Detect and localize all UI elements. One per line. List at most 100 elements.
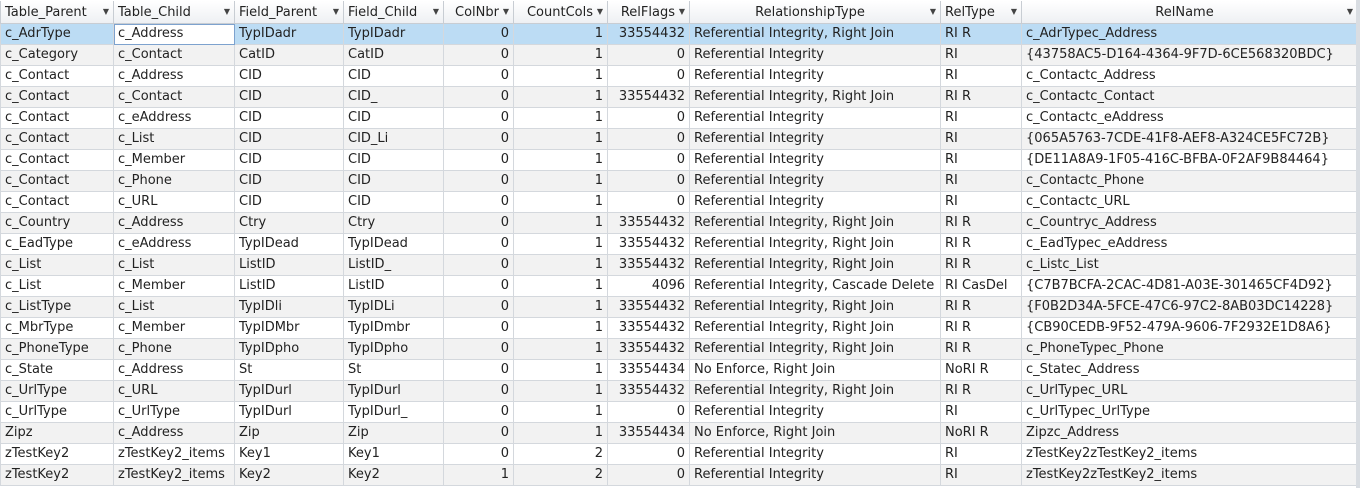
cell-field_parent[interactable]: TypIDurl — [235, 402, 344, 423]
cell-relationshiptype[interactable]: Referential Integrity — [690, 444, 941, 465]
cell-countcols[interactable]: 1 — [514, 87, 608, 108]
cell-countcols[interactable]: 1 — [514, 318, 608, 339]
cell-table_child[interactable]: c_Phone — [114, 171, 235, 192]
cell-relflags[interactable]: 0 — [608, 129, 690, 150]
cell-relationshiptype[interactable]: Referential Integrity, Right Join — [690, 381, 941, 402]
cell-relationshiptype[interactable]: Referential Integrity, Right Join — [690, 24, 941, 45]
cell-relationshiptype[interactable]: Referential Integrity — [690, 129, 941, 150]
sort-filter-dropdown-icon[interactable]: ▼ — [433, 5, 439, 19]
cell-countcols[interactable]: 1 — [514, 255, 608, 276]
cell-table_parent[interactable]: c_Contact — [0, 108, 114, 129]
cell-relationshiptype[interactable]: Referential Integrity, Right Join — [690, 297, 941, 318]
cell-countcols[interactable]: 1 — [514, 45, 608, 66]
cell-relationshiptype[interactable]: Referential Integrity — [690, 171, 941, 192]
cell-reltype[interactable]: RI R — [941, 234, 1022, 255]
cell-relationshiptype[interactable]: Referential Integrity, Right Join — [690, 87, 941, 108]
table-row[interactable]: c_Contact c_Contact CID CID_ 0 1 33554432 Refer… — [0, 87, 1360, 108]
cell-field_child[interactable]: Key1 — [344, 444, 444, 465]
cell-relflags[interactable]: 0 — [608, 66, 690, 87]
cell-table_parent[interactable]: c_ListType — [0, 297, 114, 318]
cell-table_parent[interactable]: c_Contact — [0, 171, 114, 192]
cell-reltype[interactable]: RI — [941, 66, 1022, 87]
cell-relationshiptype[interactable]: Referential Integrity, Right Join — [690, 318, 941, 339]
cell-relationshiptype[interactable]: Referential Integrity — [690, 150, 941, 171]
cell-relflags[interactable]: 0 — [608, 171, 690, 192]
sort-filter-dropdown-icon[interactable]: ▼ — [224, 5, 230, 19]
cell-table_parent[interactable]: c_PhoneType — [0, 339, 114, 360]
cell-field_child[interactable]: TypIDead — [344, 234, 444, 255]
cell-field_child[interactable]: CID — [344, 150, 444, 171]
cell-colnbr[interactable]: 0 — [444, 213, 514, 234]
cell-field_parent[interactable]: ListID — [235, 276, 344, 297]
cell-colnbr[interactable]: 0 — [444, 360, 514, 381]
cell-reltype[interactable]: RI R — [941, 87, 1022, 108]
cell-reltype[interactable]: RI — [941, 171, 1022, 192]
cell-field_parent[interactable]: TypIDead — [235, 234, 344, 255]
table-row[interactable]: Zipz c_Address Zip Zip 0 1 33554434 No Enforce,… — [0, 423, 1360, 444]
sort-filter-dropdown-icon[interactable]: ▼ — [333, 5, 339, 19]
cell-table_child[interactable]: c_Member — [114, 276, 235, 297]
cell-table_parent[interactable]: Zipz — [0, 423, 114, 444]
cell-reltype[interactable]: RI — [941, 402, 1022, 423]
cell-field_parent[interactable]: CID — [235, 129, 344, 150]
cell-table_child[interactable]: zTestKey2_items — [114, 444, 235, 465]
cell-field_child[interactable]: TypIDpho — [344, 339, 444, 360]
table-row[interactable]: c_State c_Address St St 0 1 33554434 No Enforce… — [0, 360, 1360, 381]
cell-relationshiptype[interactable]: Referential Integrity, Right Join — [690, 339, 941, 360]
cell-reltype[interactable]: RI — [941, 465, 1022, 486]
cell-countcols[interactable]: 1 — [514, 360, 608, 381]
column-header-field_child[interactable]: Field_Child ▼ — [344, 1, 444, 24]
table-row[interactable]: c_UrlType c_UrlType TypIDurl TypIDurl_ 0 1 0 Re… — [0, 402, 1360, 423]
cell-relationshiptype[interactable]: Referential Integrity, Right Join — [690, 213, 941, 234]
cell-relname[interactable]: c_EadTypec_eAddress — [1022, 234, 1358, 255]
cell-colnbr[interactable]: 0 — [444, 444, 514, 465]
cell-relflags[interactable]: 33554434 — [608, 360, 690, 381]
cell-countcols[interactable]: 1 — [514, 339, 608, 360]
cell-table_child[interactable]: c_Member — [114, 150, 235, 171]
cell-colnbr[interactable]: 0 — [444, 381, 514, 402]
cell-relname[interactable]: c_Listc_List — [1022, 255, 1358, 276]
cell-reltype[interactable]: RI — [941, 192, 1022, 213]
sort-filter-dropdown-icon[interactable]: ▼ — [1011, 5, 1017, 19]
cell-field_child[interactable]: CID_Li — [344, 129, 444, 150]
column-header-reltype[interactable]: RelType ▼ — [941, 1, 1022, 24]
cell-table_parent[interactable]: c_Contact — [0, 150, 114, 171]
cell-reltype[interactable]: RI CasDel — [941, 276, 1022, 297]
cell-field_child[interactable]: TypIDmbr — [344, 318, 444, 339]
cell-reltype[interactable]: RI — [941, 108, 1022, 129]
cell-relflags[interactable]: 0 — [608, 150, 690, 171]
cell-table_parent[interactable]: c_MbrType — [0, 318, 114, 339]
cell-table_parent[interactable]: c_Contact — [0, 87, 114, 108]
cell-countcols[interactable]: 1 — [514, 66, 608, 87]
cell-table_parent[interactable]: c_Contact — [0, 66, 114, 87]
cell-colnbr[interactable]: 1 — [444, 465, 514, 486]
sort-filter-dropdown-icon[interactable]: ▼ — [103, 5, 109, 19]
table-row[interactable]: zTestKey2 zTestKey2_items Key1 Key1 0 2 0 Refer… — [0, 444, 1360, 465]
cell-table_parent[interactable]: c_AdrType — [0, 24, 114, 45]
table-row[interactable]: zTestKey2 zTestKey2_items Key2 Key2 1 2 0 Refer… — [0, 465, 1360, 486]
cell-field_child[interactable]: ListID — [344, 276, 444, 297]
cell-table_child[interactable]: c_UrlType — [114, 402, 235, 423]
cell-relflags[interactable]: 33554432 — [608, 297, 690, 318]
cell-relflags[interactable]: 33554432 — [608, 24, 690, 45]
cell-relflags[interactable]: 33554434 — [608, 423, 690, 444]
cell-relationshiptype[interactable]: No Enforce, Right Join — [690, 360, 941, 381]
cell-relflags[interactable]: 33554432 — [608, 255, 690, 276]
cell-relname[interactable]: {43758AC5-D164-4364-9F7D-6CE568320BDC} — [1022, 45, 1358, 66]
cell-colnbr[interactable]: 0 — [444, 108, 514, 129]
cell-relationshiptype[interactable]: Referential Integrity — [690, 402, 941, 423]
cell-relflags[interactable]: 0 — [608, 444, 690, 465]
cell-reltype[interactable]: RI R — [941, 318, 1022, 339]
cell-table_parent[interactable]: c_EadType — [0, 234, 114, 255]
cell-relflags[interactable]: 33554432 — [608, 234, 690, 255]
cell-relname[interactable]: c_Contactc_eAddress — [1022, 108, 1358, 129]
cell-field_child[interactable]: Key2 — [344, 465, 444, 486]
table-row[interactable]: c_ListType c_List TypIDli TypIDLi 0 1 33554432… — [0, 297, 1360, 318]
cell-relflags[interactable]: 0 — [608, 465, 690, 486]
cell-reltype[interactable]: NoRI R — [941, 360, 1022, 381]
cell-field_parent[interactable]: TypIDurl — [235, 381, 344, 402]
cell-field_parent[interactable]: CID — [235, 87, 344, 108]
cell-table_child[interactable]: c_Member — [114, 318, 235, 339]
cell-field_child[interactable]: TypIDLi — [344, 297, 444, 318]
cell-relflags[interactable]: 33554432 — [608, 381, 690, 402]
